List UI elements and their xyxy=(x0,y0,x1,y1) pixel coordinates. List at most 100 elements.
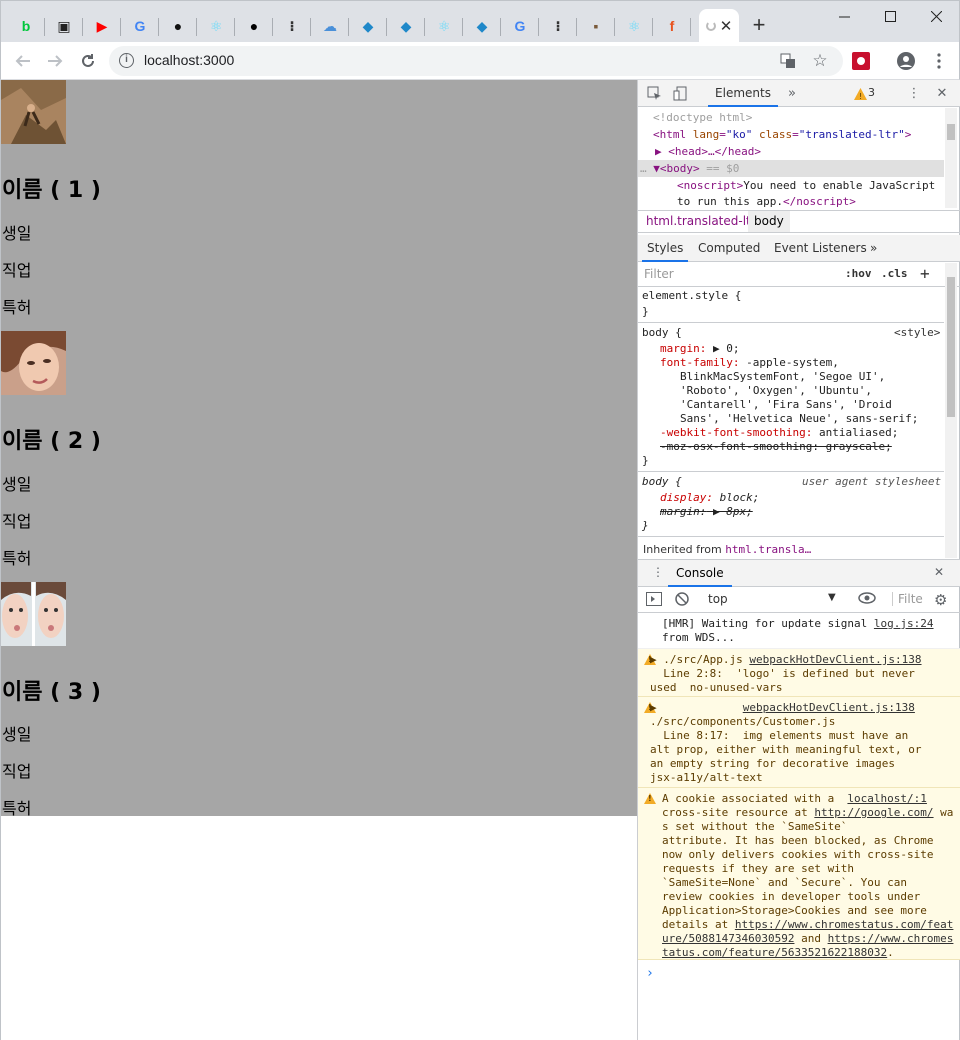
tab-console[interactable]: Console xyxy=(668,560,732,587)
font-family-cont: 'Cantarell', 'Fira Sans', 'Droid xyxy=(680,398,892,411)
console-message-text: Line 2:8: 'logo' is defined but never us… xyxy=(650,667,915,694)
more-subtabs-icon[interactable]: » xyxy=(870,235,877,262)
active-tab[interactable]: ✕ xyxy=(699,9,739,43)
browser-tab[interactable]: ⁝ xyxy=(539,9,577,43)
browser-tab[interactable]: b xyxy=(7,9,45,43)
site-info-icon[interactable]: i xyxy=(119,53,134,68)
browser-tab[interactable]: ⁝ xyxy=(273,9,311,43)
browser-tab[interactable]: G xyxy=(501,9,539,43)
inherited-from-label: Inherited from html.transla… xyxy=(643,543,812,556)
browser-tab[interactable]: ◆ xyxy=(349,9,387,43)
dom-doctype[interactable]: <!doctype html> xyxy=(653,109,752,126)
url-link[interactable]: http://google.com/ xyxy=(814,806,933,819)
live-expression-eye-icon[interactable] xyxy=(858,592,876,607)
browser-tab[interactable]: ◆ xyxy=(387,9,425,43)
minimize-button[interactable] xyxy=(821,1,867,31)
breadcrumb-body[interactable]: body xyxy=(748,211,790,232)
dom-noscript[interactable]: <noscript>You need to enable JavaScript xyxy=(677,177,935,194)
back-button[interactable] xyxy=(11,49,35,73)
console-filter-input[interactable]: Filte xyxy=(892,592,923,606)
dom-body-selected[interactable]: … ▼<body> == $0 xyxy=(638,160,944,177)
maximize-button[interactable] xyxy=(867,1,913,31)
devtools-menu-icon[interactable]: ⋮ xyxy=(906,85,922,101)
hov-toggle[interactable]: :hov xyxy=(845,267,872,280)
tab-close-icon[interactable]: ✕ xyxy=(720,17,733,35)
customer-patent: 특허 xyxy=(2,298,32,317)
source-link[interactable]: webpackHotDevClient.js:138 xyxy=(743,701,915,714)
console-sidebar-icon[interactable] xyxy=(646,592,662,609)
warning-count[interactable]: 3 xyxy=(868,86,875,99)
tab-styles[interactable]: Styles xyxy=(642,235,689,262)
styles-scrollbar[interactable] xyxy=(945,263,957,558)
dom-scrollbar[interactable] xyxy=(945,108,957,208)
new-tab-button[interactable]: + xyxy=(748,14,770,36)
browser-tab[interactable]: ⚛ xyxy=(425,9,463,43)
inspect-element-icon[interactable] xyxy=(646,85,662,101)
extension-icon[interactable] xyxy=(851,51,871,71)
browser-tab[interactable]: ⚛ xyxy=(615,9,653,43)
reload-button[interactable] xyxy=(76,49,100,73)
add-rule-icon[interactable]: + xyxy=(920,264,930,283)
drawer-menu-icon[interactable]: ⋮ xyxy=(652,565,664,579)
console-message-text: ./src/components/Customer.js Line 8:17: … xyxy=(650,715,922,784)
breadcrumb-html[interactable]: html.translated-ltr xyxy=(640,211,762,232)
dom-head[interactable]: ▶ <head>…</head> xyxy=(655,143,761,160)
cls-toggle[interactable]: .cls xyxy=(881,267,908,280)
bookmark-star-icon[interactable]: ☆ xyxy=(811,51,829,70)
browser-tab[interactable]: f xyxy=(653,9,691,43)
source-link[interactable]: log.js:24 xyxy=(874,617,934,630)
browser-tab[interactable]: ● xyxy=(235,9,273,43)
prop-webkit-smoothing[interactable]: -webkit-font-smoothing: antialiased; xyxy=(660,426,898,440)
forward-button[interactable] xyxy=(43,49,67,73)
style-source-link[interactable]: <style> xyxy=(894,326,940,340)
warning-icon xyxy=(644,793,656,804)
profile-avatar-icon[interactable] xyxy=(896,51,916,71)
menu-kebab-icon[interactable] xyxy=(929,51,949,71)
browser-tab[interactable]: ◆ xyxy=(463,9,501,43)
browser-tab[interactable]: ● xyxy=(159,9,197,43)
console-message-path[interactable]: ▶ ./src/App.js xyxy=(650,653,749,666)
styles-subtabs: Styles Computed Event Listeners » xyxy=(638,235,960,262)
address-bar[interactable]: i localhost:3000 ☆ xyxy=(109,46,843,76)
browser-tab[interactable]: ▶ xyxy=(83,9,121,43)
prop-moz-smoothing[interactable]: -moz-osx-font-smoothing: grayscale; xyxy=(660,440,892,454)
prop-font-family[interactable]: font-family: -apple-system, xyxy=(660,356,839,370)
tab-elements[interactable]: Elements xyxy=(708,80,778,107)
prop-display[interactable]: display: block; xyxy=(660,491,759,505)
translate-icon[interactable] xyxy=(779,52,797,70)
tab-event-listeners[interactable]: Event Listeners xyxy=(774,235,867,262)
device-toolbar-icon[interactable] xyxy=(672,85,688,101)
expand-arrow-icon[interactable]: ▶ xyxy=(650,701,657,714)
dots-favicon-icon: ⁝ xyxy=(289,18,295,34)
styles-filter-input[interactable]: Filter xyxy=(644,267,674,281)
drawer-close-icon[interactable]: ✕ xyxy=(934,565,944,579)
svg-text:!: ! xyxy=(859,92,862,100)
dom-html[interactable]: <html lang="ko" class="translated-ltr"> xyxy=(653,126,911,143)
tab-computed[interactable]: Computed xyxy=(698,235,760,262)
browser-tab[interactable]: ▣ xyxy=(45,9,83,43)
browser-tab[interactable]: ☁ xyxy=(311,9,349,43)
close-window-button[interactable] xyxy=(913,1,959,31)
react-favicon-icon: ⚛ xyxy=(437,18,451,34)
more-tabs-icon[interactable]: » xyxy=(784,85,800,101)
browser-tab[interactable]: G xyxy=(121,9,159,43)
url-text[interactable]: localhost:3000 xyxy=(144,52,234,68)
clear-console-icon[interactable] xyxy=(675,592,689,609)
source-link[interactable]: localhost/:1 xyxy=(847,792,926,805)
dom-noscript-cont[interactable]: to run this app.</noscript> xyxy=(677,193,856,210)
element-style-rule[interactable]: element.style { xyxy=(642,289,741,303)
console-prompt[interactable]: › xyxy=(646,966,654,981)
console-warning: ▶ ./src/App.js webpackHotDevClient.js:13… xyxy=(638,649,960,697)
source-link[interactable]: webpackHotDevClient.js:138 xyxy=(749,653,921,666)
devtools-close-icon[interactable]: ✕ xyxy=(934,85,950,101)
console-settings-gear-icon[interactable]: ⚙ xyxy=(934,591,947,609)
context-dropdown-icon[interactable]: ▼ xyxy=(828,592,836,603)
warning-icon[interactable]: ! xyxy=(852,86,868,102)
body-rule-selector[interactable]: body { xyxy=(642,326,682,340)
prop-ua-margin[interactable]: margin: ▶ 8px; xyxy=(660,505,753,519)
context-selector[interactable]: top xyxy=(708,592,728,606)
browser-tab[interactable]: ▪ xyxy=(577,9,615,43)
ua-body-selector[interactable]: body { xyxy=(642,475,682,489)
browser-tab[interactable]: ⚛ xyxy=(197,9,235,43)
prop-margin[interactable]: margin: ▶ 0; xyxy=(660,342,739,356)
